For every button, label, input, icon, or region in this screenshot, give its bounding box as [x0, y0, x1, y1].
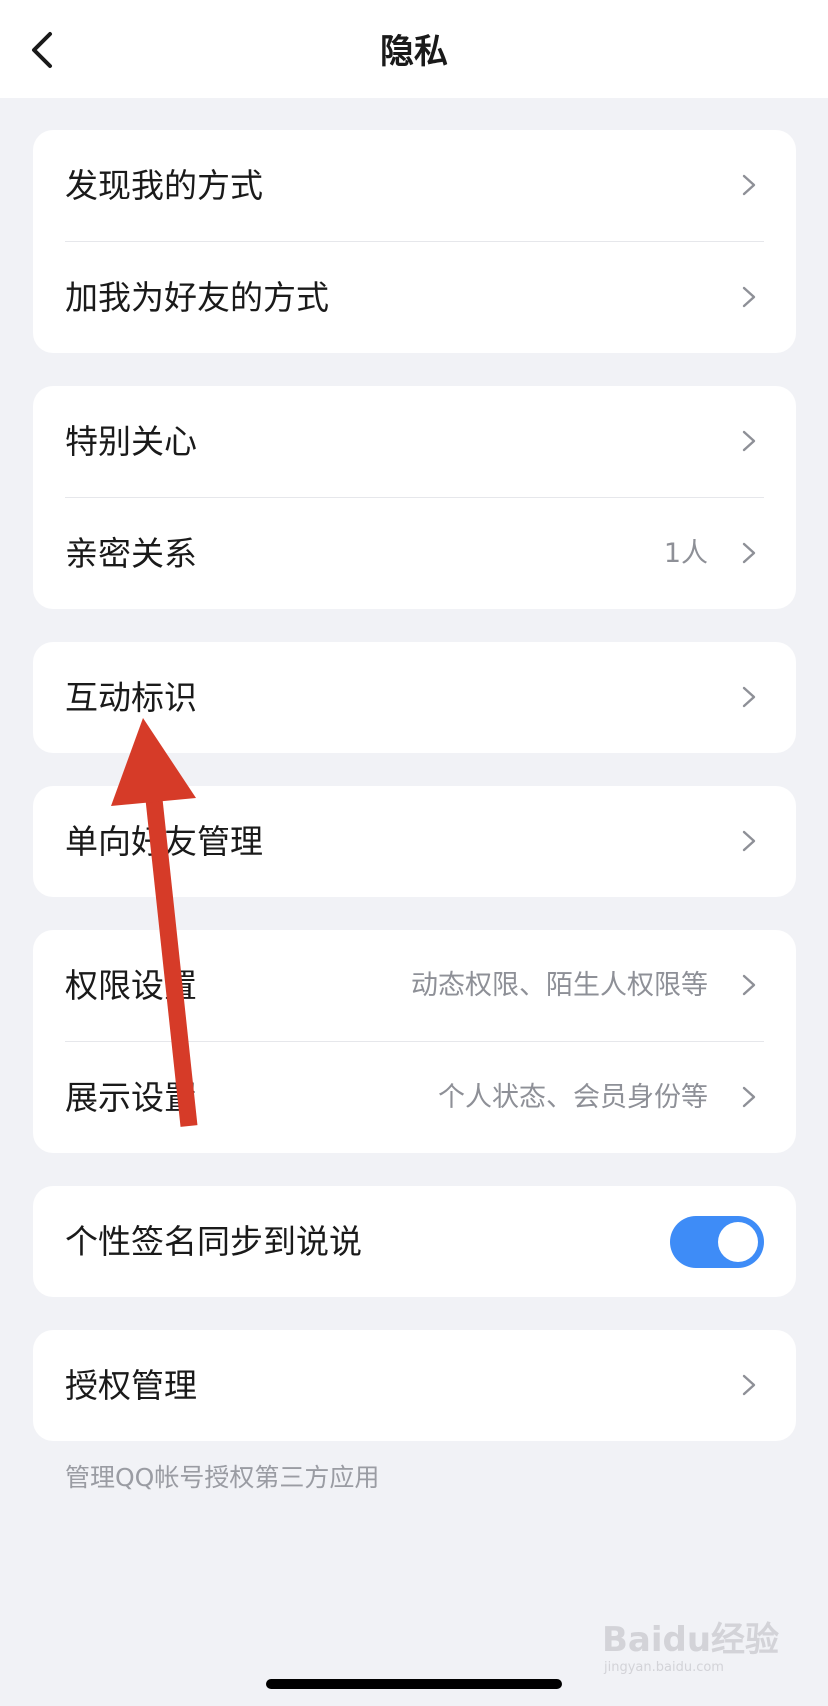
- row-interaction-marks[interactable]: 互动标识: [33, 642, 796, 753]
- row-label: 展示设置: [65, 1078, 197, 1117]
- settings-group-relations: 特别关心 亲密关系 1人: [33, 386, 796, 609]
- chevron-right-icon: [742, 830, 756, 852]
- page-title: 隐私: [380, 32, 448, 72]
- row-value: 1人: [663, 538, 708, 569]
- watermark-url: jingyan.baidu.com: [604, 1660, 724, 1675]
- row-intimate-relations[interactable]: 亲密关系 1人: [33, 498, 796, 609]
- row-permission-settings[interactable]: 权限设置 动态权限、陌生人权限等: [33, 930, 796, 1041]
- row-value: 动态权限、陌生人权限等: [411, 970, 708, 1001]
- row-label: 权限设置: [65, 966, 197, 1005]
- chevron-right-icon: [742, 1374, 756, 1396]
- settings-group-interaction-marks: 互动标识: [33, 642, 796, 753]
- row-label: 单向好友管理: [65, 822, 263, 861]
- chevron-right-icon: [742, 286, 756, 308]
- row-display-settings[interactable]: 展示设置 个人状态、会员身份等: [33, 1042, 796, 1153]
- row-one-way-friends[interactable]: 单向好友管理: [33, 786, 796, 897]
- row-label: 亲密关系: [65, 534, 197, 573]
- chevron-right-icon: [742, 542, 756, 564]
- watermark-brand: Baidu经验: [602, 1620, 780, 1660]
- settings-group-signature-sync: 个性签名同步到说说: [33, 1186, 796, 1297]
- chevron-right-icon: [742, 1086, 756, 1108]
- row-label: 互动标识: [65, 678, 197, 717]
- baidu-jingyan-watermark: Baidu经验 jingyan.baidu.com: [602, 1612, 782, 1675]
- row-special-care[interactable]: 特别关心: [33, 386, 796, 497]
- row-discover-me[interactable]: 发现我的方式: [33, 130, 796, 241]
- chevron-right-icon: [742, 686, 756, 708]
- home-indicator[interactable]: [266, 1679, 562, 1689]
- settings-group-one-way-friends: 单向好友管理: [33, 786, 796, 897]
- chevron-right-icon: [742, 430, 756, 452]
- chevron-right-icon: [742, 974, 756, 996]
- signature-sync-toggle[interactable]: [670, 1216, 764, 1268]
- navigation-bar: 隐私: [0, 0, 828, 98]
- row-label: 特别关心: [65, 422, 197, 461]
- row-label: 加我为好友的方式: [65, 278, 329, 317]
- row-add-friend-methods[interactable]: 加我为好友的方式: [33, 242, 796, 353]
- row-label: 授权管理: [65, 1366, 197, 1405]
- authorization-footnote: 管理QQ帐号授权第三方应用: [65, 1463, 380, 1492]
- chevron-right-icon: [742, 174, 756, 196]
- row-label: 个性签名同步到说说: [65, 1222, 362, 1261]
- row-label: 发现我的方式: [65, 166, 263, 205]
- toggle-knob: [718, 1222, 758, 1262]
- row-signature-sync: 个性签名同步到说说: [33, 1186, 796, 1297]
- settings-group-authorization: 授权管理: [33, 1330, 796, 1441]
- settings-group-discovery: 发现我的方式 加我为好友的方式: [33, 130, 796, 353]
- settings-group-permissions: 权限设置 动态权限、陌生人权限等 展示设置 个人状态、会员身份等: [33, 930, 796, 1153]
- row-authorization-management[interactable]: 授权管理: [33, 1330, 796, 1441]
- row-value: 个人状态、会员身份等: [438, 1082, 708, 1113]
